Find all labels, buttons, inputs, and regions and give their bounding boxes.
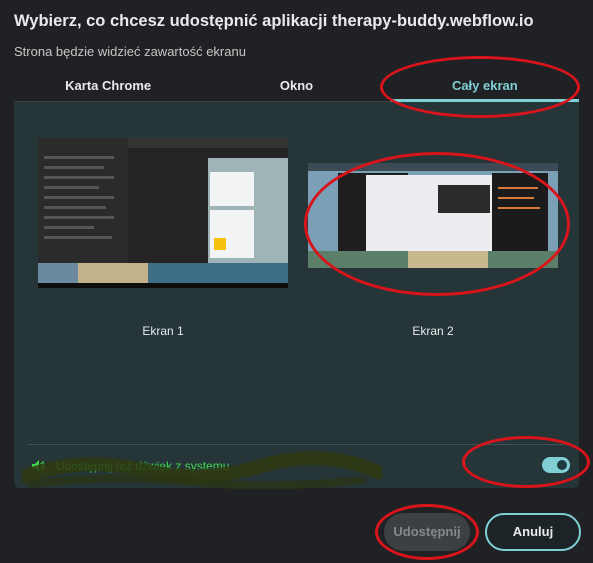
dialog-subtitle: Strona będzie widzieć zawartość ekranu xyxy=(14,44,246,59)
screen-option-2[interactable]: Ekran 2 xyxy=(308,138,558,338)
system-audio-row: Udostępnij też dźwięk z systemu xyxy=(30,454,570,478)
tab-entire-screen[interactable]: Cały ekran xyxy=(390,70,580,102)
screen-share-dialog: Wybierz, co chcesz udostępnić aplikacji … xyxy=(0,0,593,563)
screens-panel: Ekran 1 Ekran 2 Udostępnij też dźwięk z … xyxy=(14,102,579,488)
screen-option-1[interactable]: Ekran 1 xyxy=(38,138,288,338)
tab-window[interactable]: Okno xyxy=(202,70,390,101)
system-audio-label: Udostępnij też dźwięk z systemu xyxy=(56,459,230,473)
system-audio-toggle[interactable] xyxy=(542,457,570,473)
dialog-title: Wybierz, co chcesz udostępnić aplikacji … xyxy=(14,12,534,30)
screen-2-thumbnail xyxy=(308,163,558,268)
screen-2-label: Ekran 2 xyxy=(412,324,454,338)
screen-1-thumbnail xyxy=(38,138,288,288)
cancel-button[interactable]: Anuluj xyxy=(485,513,581,551)
panel-divider xyxy=(28,444,564,445)
share-source-tabs: Karta Chrome Okno Cały ekran xyxy=(14,70,580,102)
screen-1-label: Ekran 1 xyxy=(142,324,184,338)
toggle-knob xyxy=(557,460,567,470)
tab-chrome-tab[interactable]: Karta Chrome xyxy=(14,70,202,101)
share-button[interactable]: Udostępnij xyxy=(384,513,470,551)
speaker-icon xyxy=(32,460,45,472)
